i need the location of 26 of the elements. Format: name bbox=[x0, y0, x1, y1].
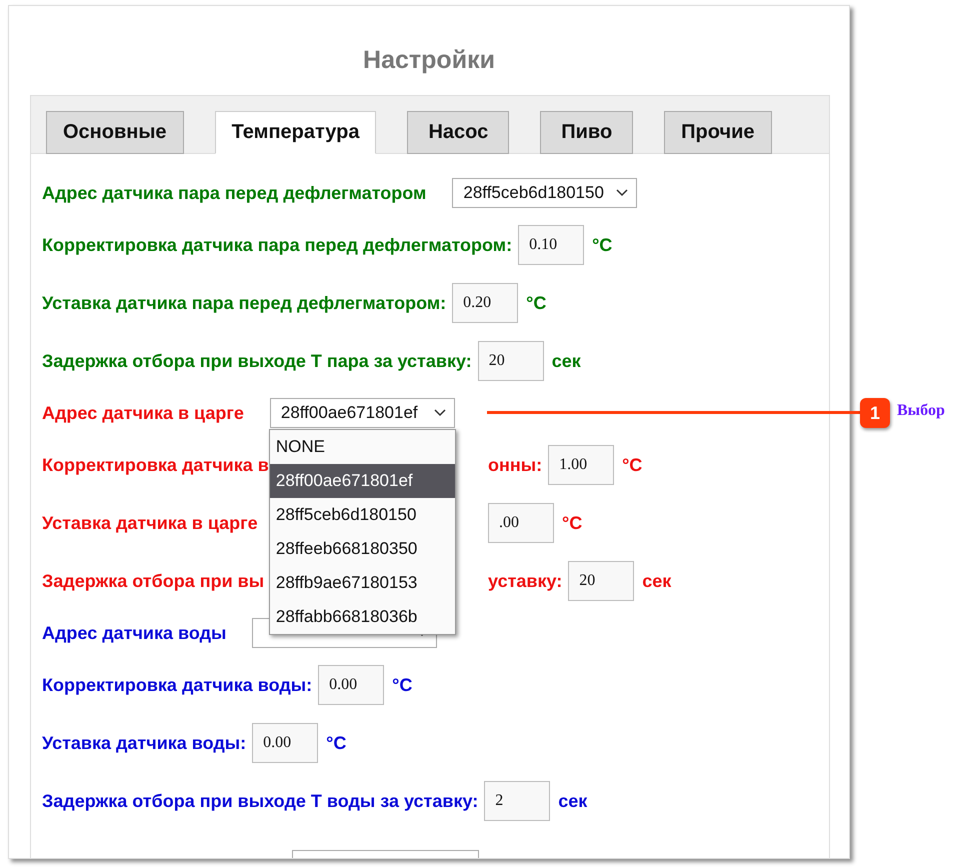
unit-label: сек bbox=[558, 790, 588, 812]
unit-label: °C bbox=[622, 454, 642, 476]
field-label: Корректировка датчика в bbox=[42, 454, 269, 476]
field-label: Адрес датчика пара перед дефлегматором bbox=[42, 182, 426, 204]
callout-text: Выбор bbox=[897, 402, 945, 420]
unit-label: сек bbox=[552, 350, 581, 372]
field-label: уставку: bbox=[488, 570, 562, 592]
field-label: Адрес датчика в царге bbox=[42, 402, 244, 424]
unit-label: °C bbox=[592, 234, 612, 256]
field-label: Задержка отбора при выходе Т воды за уставку: bbox=[42, 790, 478, 812]
unit-label: °C bbox=[526, 292, 546, 314]
field-label: онны: bbox=[488, 454, 542, 476]
callout-badge: 1 bbox=[860, 398, 890, 428]
field-label: Задержка отбора при выходе Т пара за уставку: bbox=[42, 350, 472, 372]
unit-label: сек bbox=[642, 570, 672, 592]
unit-label: °C bbox=[326, 732, 346, 754]
field-label: Адрес датчика воды bbox=[42, 622, 226, 644]
field-label: Уставка датчика в царге bbox=[42, 512, 258, 534]
field-label: Задержка отбора при вы bbox=[42, 570, 264, 592]
unit-label: °C bbox=[562, 512, 582, 534]
field-label: Уставка датчика пара перед дефлегматором: bbox=[42, 292, 446, 314]
field-label: Корректировка датчика воды: bbox=[42, 674, 312, 696]
field-label: Уставка датчика воды: bbox=[42, 732, 246, 754]
field-label: Корректировка датчика пара перед дефлегматором: bbox=[42, 234, 512, 256]
unit-label: °C bbox=[392, 674, 412, 696]
page-title: Настройки bbox=[362, 46, 496, 75]
